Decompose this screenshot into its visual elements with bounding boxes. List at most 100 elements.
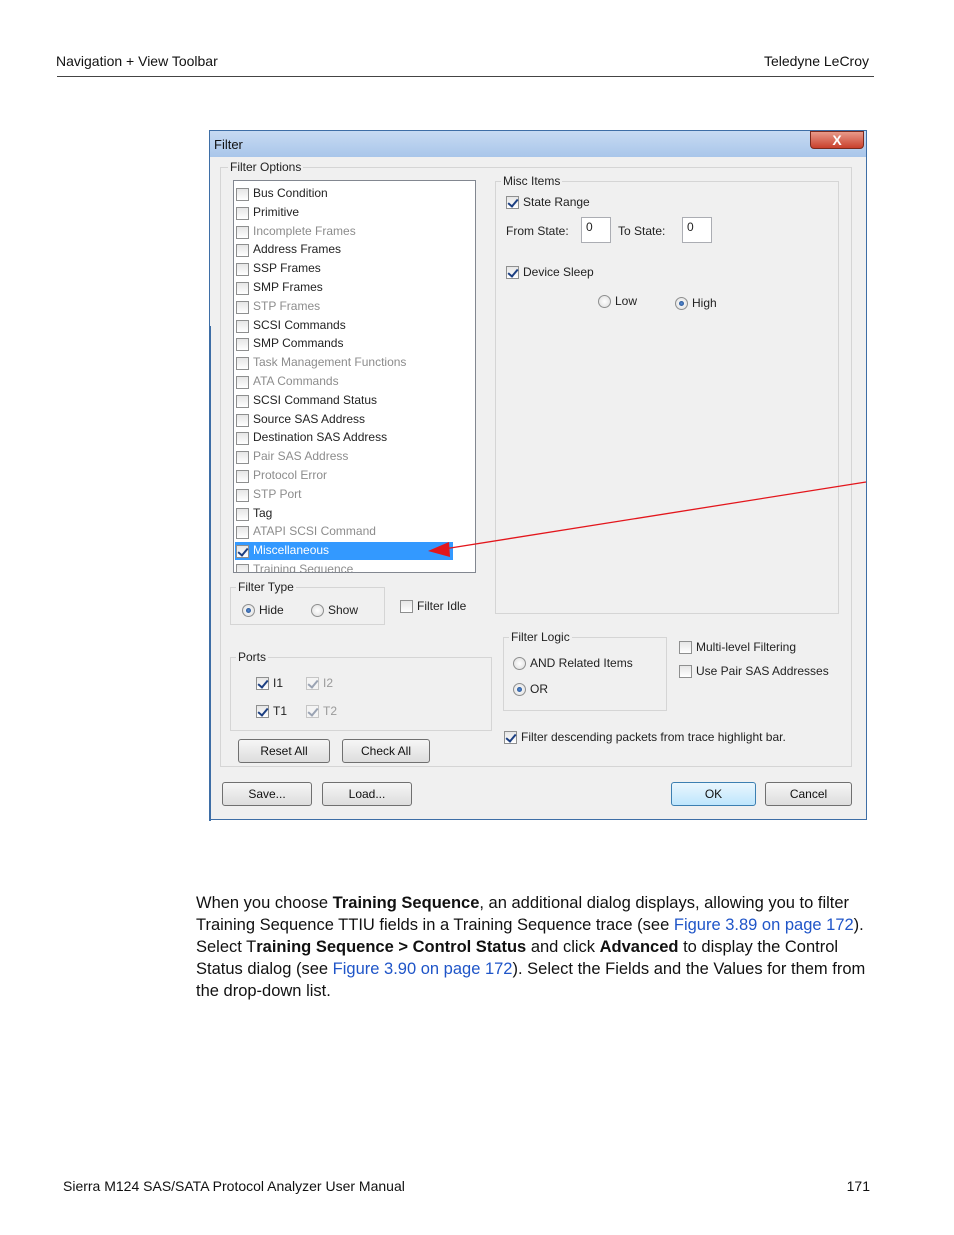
list-item-checkbox[interactable] <box>236 470 249 483</box>
hide-radio-button[interactable] <box>242 604 255 617</box>
list-item-checkbox[interactable] <box>236 263 249 277</box>
device-sleep-box[interactable] <box>506 266 519 279</box>
body-paragraph: When you choose Training Sequence, an ad… <box>196 892 876 1002</box>
list-item-checkbox[interactable] <box>236 564 249 572</box>
list-item-label: Task Management Functions <box>253 355 407 370</box>
port-t1-label: T1 <box>273 704 288 718</box>
load-button[interactable]: Load... <box>322 782 412 806</box>
list-item[interactable]: SCSI Commands <box>235 317 453 335</box>
list-item-checkbox[interactable] <box>236 394 249 408</box>
body-text-4: and click <box>526 938 600 956</box>
from-state-label: From State: <box>506 224 569 238</box>
list-item-checkbox[interactable] <box>236 451 249 465</box>
port-i1-box[interactable] <box>256 677 269 690</box>
list-item[interactable]: STP Port <box>235 486 453 504</box>
list-item[interactable]: Task Management Functions <box>235 354 453 372</box>
body-bold-control-status: raining Sequence > Control Status <box>256 938 527 956</box>
list-item[interactable]: Pair SAS Address <box>235 448 453 466</box>
list-item-checkbox[interactable] <box>236 300 249 314</box>
state-range-label: State Range <box>523 195 590 209</box>
list-item[interactable]: Address Frames <box>235 241 453 259</box>
list-item-checkbox[interactable] <box>236 507 249 521</box>
list-item-checkbox[interactable] <box>236 319 249 333</box>
dialog-title: Filter <box>214 137 243 152</box>
filter-idle-label: Filter Idle <box>417 599 467 613</box>
list-item-checkbox[interactable] <box>236 357 249 371</box>
list-item-label: ATAPI SCSI Command <box>253 524 376 539</box>
and-related-radio-button[interactable] <box>513 657 526 670</box>
filter-type-caption: Filter Type <box>236 580 296 594</box>
reset-all-button[interactable]: Reset All <box>238 739 330 763</box>
list-item[interactable]: SMP Commands <box>235 335 453 353</box>
multi-level-box[interactable] <box>679 641 692 654</box>
state-range-box[interactable] <box>506 196 519 209</box>
ports-caption: Ports <box>236 650 269 664</box>
list-item-checkbox[interactable] <box>236 206 249 220</box>
list-item[interactable]: Tag <box>235 505 453 523</box>
to-state-input[interactable]: 0 <box>682 217 712 243</box>
list-item-checkbox[interactable] <box>236 413 249 427</box>
list-item-checkbox[interactable] <box>236 338 249 352</box>
port-t1-box[interactable] <box>256 705 269 718</box>
list-item[interactable]: SMP Frames <box>235 279 453 297</box>
list-item-checkbox[interactable] <box>236 526 249 540</box>
list-item[interactable]: Source SAS Address <box>235 411 453 429</box>
low-radio-button[interactable] <box>598 295 611 308</box>
running-header-company: Teledyne LeCroy <box>763 53 869 69</box>
port-i2-box <box>306 677 319 690</box>
list-item[interactable]: STP Frames <box>235 298 453 316</box>
filter-descending-label: Filter descending packets from trace hig… <box>521 730 786 744</box>
list-item[interactable]: ATAPI SCSI Command <box>235 523 453 541</box>
to-state-label: To State: <box>618 224 666 238</box>
list-item-label: SSP Frames <box>253 261 321 276</box>
header-rule <box>57 76 874 77</box>
figure-3-90-link[interactable]: Figure 3.90 on page 172 <box>333 960 513 978</box>
port-t2-label: T2 <box>323 704 338 718</box>
list-item-checkbox[interactable] <box>236 244 249 258</box>
port-i2-label: I2 <box>323 676 334 690</box>
filter-idle-box[interactable] <box>400 600 413 613</box>
list-item[interactable]: Bus Condition <box>235 185 453 203</box>
high-radio-button[interactable] <box>675 297 688 310</box>
list-item-checkbox[interactable] <box>236 282 249 295</box>
list-item-label: ATA Commands <box>253 374 339 388</box>
list-item-checkbox[interactable] <box>236 188 249 201</box>
list-item[interactable]: SCSI Command Status <box>235 392 453 410</box>
filter-category-list[interactable]: Bus Condition Primitive Incomplete Frames A… <box>233 180 476 573</box>
list-item[interactable]: Primitive <box>235 204 453 222</box>
list-item-checkbox[interactable] <box>236 376 249 389</box>
close-button[interactable]: X <box>810 131 864 149</box>
filter-descending-box[interactable] <box>504 731 517 744</box>
list-item[interactable]: Protocol Error <box>235 467 453 485</box>
list-item[interactable]: Destination SAS Address <box>235 429 453 447</box>
save-button[interactable]: Save... <box>222 782 312 806</box>
ok-button[interactable]: OK <box>671 782 756 806</box>
list-item[interactable]: Training Sequence <box>235 561 453 572</box>
filter-logic-caption: Filter Logic <box>509 630 572 644</box>
list-item[interactable]: Incomplete Frames <box>235 223 453 241</box>
port-t2-box <box>306 705 319 718</box>
list-item[interactable]: Miscellaneous <box>235 542 453 561</box>
or-radio-button[interactable] <box>513 683 526 696</box>
list-item-label: Bus Condition <box>253 186 328 200</box>
list-item-checkbox[interactable] <box>236 545 249 559</box>
from-state-input[interactable]: 0 <box>581 217 611 243</box>
list-item-label: Protocol Error <box>253 468 328 482</box>
list-item-checkbox[interactable] <box>236 225 249 239</box>
use-pair-sas-box[interactable] <box>679 665 692 678</box>
show-radio-button[interactable] <box>311 604 324 617</box>
filter-logic-group <box>503 637 667 711</box>
page-number: 171 <box>846 1178 870 1194</box>
figure-3-89-link[interactable]: Figure 3.89 on page 172 <box>674 916 854 934</box>
body-bold-advanced: Advanced <box>599 938 679 956</box>
show-label: Show <box>328 603 359 617</box>
list-item-checkbox[interactable] <box>236 488 249 502</box>
cancel-button[interactable]: Cancel <box>765 782 852 806</box>
check-all-button[interactable]: Check All <box>342 739 430 763</box>
filter-dialog: Filter X Filter Options Bus Condition Pri… <box>209 130 867 821</box>
list-item[interactable]: ATA Commands <box>235 373 453 391</box>
dialog-titlebar[interactable]: Filter X <box>210 131 866 157</box>
use-pair-sas-label: Use Pair SAS Addresses <box>696 664 829 678</box>
list-item[interactable]: SSP Frames <box>235 260 453 278</box>
list-item-checkbox[interactable] <box>236 432 249 446</box>
